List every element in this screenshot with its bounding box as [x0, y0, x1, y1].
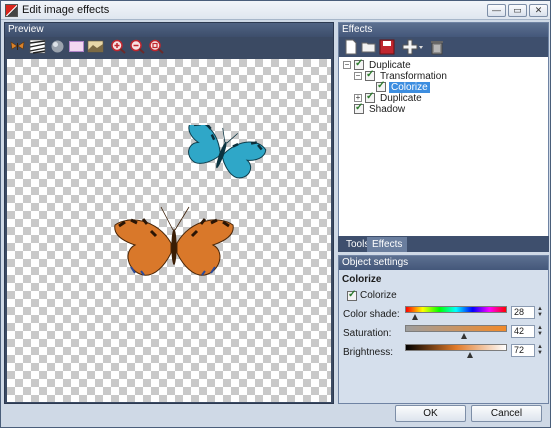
tree-item-label: Shadow	[369, 103, 406, 115]
saturation-input[interactable]: 42	[511, 325, 535, 338]
tree-item-label: Colorize	[389, 81, 430, 93]
color-shade-label: Color shade:	[343, 309, 400, 320]
preview-panel: Preview	[4, 22, 334, 404]
saturation-label: Saturation:	[343, 328, 392, 339]
rectangle-icon[interactable]	[68, 39, 85, 54]
panel-tabs: Tools Effects	[338, 236, 549, 252]
color-shade-slider[interactable]	[405, 306, 507, 313]
saturation-thumb[interactable]	[461, 333, 468, 339]
preview-canvas[interactable]	[7, 59, 331, 402]
original-butterfly-image	[114, 206, 234, 276]
minimize-button[interactable]: —	[487, 4, 506, 17]
brightness-spinner[interactable]: ▲ ▼	[536, 344, 544, 357]
zoom-out-icon[interactable]	[129, 39, 146, 54]
tree-expander[interactable]: −	[354, 72, 362, 80]
brightness-input[interactable]: 72	[511, 344, 535, 357]
saturation-spinner[interactable]: ▲ ▼	[536, 325, 544, 338]
tree-item-label: Transformation	[380, 70, 447, 82]
effects-panel: Effects − Duplicate − TransformationColoriz…	[338, 22, 549, 252]
tree-item-checkbox[interactable]	[365, 69, 375, 81]
sphere-icon[interactable]	[49, 39, 66, 54]
tree-item-checkbox[interactable]	[354, 58, 364, 70]
tree-item[interactable]: Shadow	[343, 102, 407, 115]
brightness-thumb[interactable]	[467, 352, 474, 358]
color-shade-thumb[interactable]	[412, 314, 419, 320]
effects-header: Effects	[339, 23, 548, 37]
tree-item-label: Duplicate	[380, 92, 422, 104]
saturation-slider[interactable]	[405, 325, 507, 332]
close-button[interactable]: ✕	[529, 4, 548, 17]
tree-item-checkbox[interactable]	[354, 102, 364, 114]
butterfly-icon[interactable]	[9, 39, 26, 54]
delete-icon[interactable]	[429, 39, 445, 55]
object-settings-panel: Object settings Colorize Colorize Color …	[338, 255, 549, 404]
tree-item-checkbox[interactable]	[365, 91, 375, 103]
window-title: Edit image effects	[22, 4, 110, 16]
preview-header: Preview	[5, 23, 333, 37]
edit-image-effects-window: Edit image effects — ▭ ✕ Preview Effects…	[0, 0, 551, 428]
add-effect-icon[interactable]	[402, 39, 424, 55]
object-settings-header: Object settings	[339, 256, 548, 270]
colorize-label: Colorize	[360, 290, 397, 301]
cancel-button[interactable]: Cancel	[471, 405, 542, 422]
brightness-slider[interactable]	[405, 344, 507, 351]
open-folder-icon[interactable]	[361, 39, 377, 55]
colorize-checkbox-row[interactable]: Colorize	[343, 289, 397, 301]
tree-expander[interactable]: −	[343, 61, 351, 69]
save-icon[interactable]	[379, 39, 395, 55]
colorize-checkbox[interactable]	[347, 289, 357, 301]
new-file-icon[interactable]	[343, 39, 359, 55]
effects-toolbar	[339, 37, 548, 57]
tree-expander[interactable]: +	[354, 94, 362, 102]
title-bar: Edit image effects — ▭ ✕	[1, 1, 550, 20]
ok-button[interactable]: OK	[395, 405, 466, 422]
tab-effects[interactable]: Effects	[367, 237, 408, 252]
app-icon	[5, 4, 18, 17]
color-shade-spinner[interactable]: ▲ ▼	[536, 306, 544, 319]
landscape-icon[interactable]	[87, 39, 104, 54]
zebra-texture-icon[interactable]	[29, 39, 46, 54]
tree-item-checkbox[interactable]	[376, 80, 386, 92]
color-shade-input[interactable]: 28	[511, 306, 535, 319]
preview-toolbar	[5, 37, 333, 57]
colorized-butterfly-image	[188, 125, 267, 179]
zoom-fit-icon[interactable]	[148, 39, 165, 54]
maximize-button[interactable]: ▭	[508, 4, 527, 17]
brightness-label: Brightness:	[343, 347, 394, 358]
effects-tree: −Duplicate−TransformationColorize+Duplic…	[339, 57, 548, 115]
settings-title: Colorize	[342, 274, 382, 285]
zoom-in-icon[interactable]	[110, 39, 127, 54]
